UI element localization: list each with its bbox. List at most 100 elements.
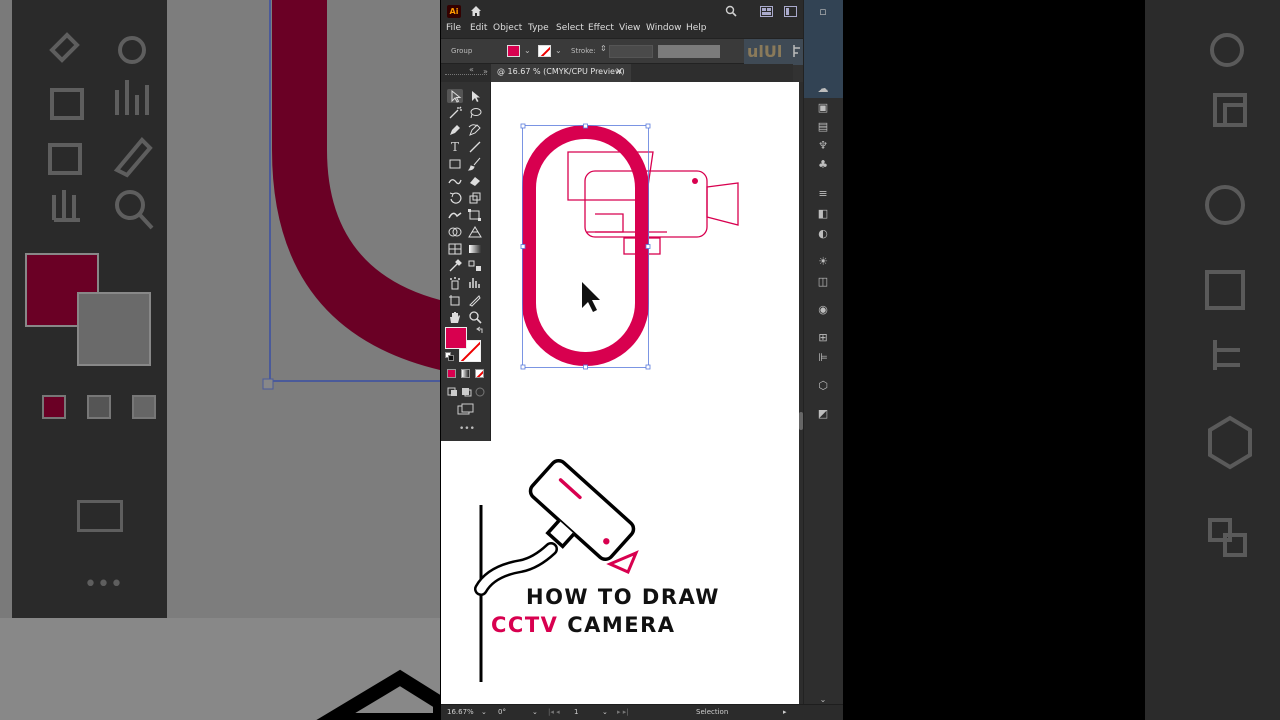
menu-view[interactable]: View <box>619 23 640 33</box>
default-fill-stroke-icon[interactable] <box>445 352 454 361</box>
layers-icon[interactable]: ▤ <box>816 121 830 133</box>
menu-object[interactable]: Object <box>493 23 522 33</box>
close-tab-icon[interactable]: × <box>615 66 623 77</box>
align-icon[interactable] <box>793 45 801 57</box>
scale-tool-icon[interactable] <box>467 191 483 205</box>
more-tools-icon[interactable]: ••• <box>459 424 475 434</box>
artboard-tool-icon[interactable] <box>447 293 463 307</box>
3d-panel-icon[interactable]: ⬡ <box>816 380 830 392</box>
rotate-tool-icon[interactable] <box>447 191 463 205</box>
workspace-icon[interactable] <box>784 6 797 17</box>
illustrator-window: Ai – File Edit <box>441 0 843 720</box>
artboard-dropdown-chevron-icon[interactable]: ⌄ <box>602 708 608 716</box>
type-tool-icon[interactable]: T <box>447 140 463 154</box>
swap-fill-stroke-icon[interactable] <box>476 326 484 334</box>
stroke-weight-stepper-icon[interactable]: ⇕ <box>600 44 607 53</box>
eraser-tool-icon[interactable] <box>467 174 483 188</box>
transparency-panel-icon[interactable]: ◐ <box>816 228 830 240</box>
stroke-weight-input[interactable] <box>609 45 653 58</box>
align-panel-icon[interactable]: ⊫ <box>816 352 830 364</box>
app-logo: Ai <box>447 5 461 18</box>
fill-dropdown-chevron-icon[interactable]: ⌄ <box>524 46 531 55</box>
screen-mode-icon[interactable] <box>457 403 474 415</box>
none-mode-button[interactable] <box>475 369 484 378</box>
pen-tool-icon[interactable] <box>447 123 463 137</box>
curvature-tool-icon[interactable] <box>467 123 483 137</box>
transform-panel-icon[interactable]: ⊞ <box>816 332 830 344</box>
lasso-tool-icon[interactable] <box>467 106 483 120</box>
draw-behind-icon[interactable] <box>461 387 473 397</box>
draw-normal-icon[interactable] <box>447 387 459 397</box>
menu-file[interactable]: File <box>446 23 461 33</box>
eyedropper-tool-icon[interactable] <box>447 259 463 273</box>
gradient-panel-icon[interactable]: ◧ <box>816 208 830 220</box>
rotation-value[interactable]: 0° <box>498 708 506 716</box>
background-gradient-swatch <box>87 395 111 419</box>
menu-type[interactable]: Type <box>528 23 549 33</box>
search-icon[interactable] <box>725 5 737 17</box>
zoom-tool-icon[interactable] <box>467 310 483 324</box>
background-stroke-swatch <box>77 292 151 366</box>
shape-builder-tool-icon[interactable] <box>447 225 463 239</box>
fill-color-box[interactable] <box>445 327 467 349</box>
column-graph-tool-icon[interactable] <box>467 276 483 290</box>
zoom-level[interactable]: 16.67% <box>447 708 474 716</box>
shaper-tool-icon[interactable] <box>447 174 463 188</box>
stroke-panel-icon[interactable]: ≡ <box>816 188 830 200</box>
status-bar: 16.67% ⌄ 0° ⌄ |◂ ◂ 1 ⌄ ▸ ▸| Selection ▸ <box>441 704 843 720</box>
collapse-panel-icon[interactable]: « <box>469 65 474 74</box>
color-panel-icon[interactable]: ◉ <box>816 304 830 316</box>
warp-tool-icon[interactable] <box>447 208 463 222</box>
arrange-documents-icon[interactable] <box>760 6 773 17</box>
home-icon[interactable] <box>469 4 483 18</box>
selection-tool-icon[interactable] <box>447 89 463 103</box>
status-menu-icon[interactable]: ▸ <box>783 708 787 716</box>
color-mode-button[interactable] <box>447 369 456 378</box>
perspective-grid-tool-icon[interactable] <box>467 225 483 239</box>
libraries-icon[interactable]: ☁ <box>816 83 830 95</box>
menu-select[interactable]: Select <box>556 23 584 33</box>
capsule-shape[interactable] <box>522 125 649 366</box>
menu-bar: File Edit Object Type Select Effect View… <box>441 22 843 38</box>
menu-window[interactable]: Window <box>646 23 682 33</box>
first-artboard-icon[interactable]: |◂ ◂ <box>548 708 560 716</box>
artboard-number[interactable]: 1 <box>574 708 578 716</box>
graphic-styles-icon[interactable]: ◫ <box>816 276 830 288</box>
appearance-panel-icon[interactable]: ☀ <box>816 256 830 268</box>
stroke-color-swatch[interactable] <box>538 45 551 57</box>
fill-color-swatch[interactable] <box>507 45 520 57</box>
variable-width-profile-field[interactable] <box>658 45 720 58</box>
collapse-tab-icon[interactable]: » <box>483 67 488 76</box>
paintbrush-tool-icon[interactable] <box>467 157 483 171</box>
draw-inside-icon[interactable] <box>475 387 487 397</box>
panel-grip-icon[interactable]: ▫ <box>816 6 830 18</box>
brushes-icon[interactable]: ♆ <box>816 140 830 152</box>
slice-tool-icon[interactable] <box>467 293 483 307</box>
gradient-tool-icon[interactable] <box>467 242 483 256</box>
magic-wand-tool-icon[interactable] <box>447 106 463 120</box>
blend-tool-icon[interactable] <box>467 259 483 273</box>
menu-edit[interactable]: Edit <box>470 23 487 33</box>
symbol-sprayer-tool-icon[interactable] <box>447 276 463 290</box>
rotation-dropdown-chevron-icon[interactable]: ⌄ <box>532 708 538 716</box>
hand-tool-icon[interactable] <box>447 310 463 324</box>
document-tab[interactable]: @ 16.67 % (CMYK/CPU Preview) <box>491 64 631 82</box>
logo-title-highlight: CCTV <box>491 613 559 637</box>
mesh-tool-icon[interactable] <box>447 242 463 256</box>
symbols-icon[interactable]: ♣ <box>816 159 830 171</box>
direct-selection-tool-icon[interactable] <box>467 89 483 103</box>
line-tool-icon[interactable] <box>467 140 483 154</box>
menu-effect[interactable]: Effect <box>588 23 614 33</box>
gradient-mode-button[interactable] <box>461 369 470 378</box>
current-tool-label[interactable]: Selection <box>696 708 728 716</box>
menu-help[interactable]: Help <box>686 23 707 33</box>
background-artboard <box>0 618 440 720</box>
rectangle-tool-icon[interactable] <box>447 157 463 171</box>
free-transform-tool-icon[interactable] <box>467 208 483 222</box>
camera-outline-sketch[interactable] <box>567 151 739 255</box>
stroke-dropdown-chevron-icon[interactable]: ⌄ <box>555 46 562 55</box>
next-artboard-icon[interactable]: ▸ ▸| <box>617 708 629 716</box>
properties-icon[interactable]: ▣ <box>816 102 830 114</box>
zoom-dropdown-chevron-icon[interactable]: ⌄ <box>481 708 487 716</box>
pathfinder-panel-icon[interactable]: ◩ <box>816 408 830 420</box>
